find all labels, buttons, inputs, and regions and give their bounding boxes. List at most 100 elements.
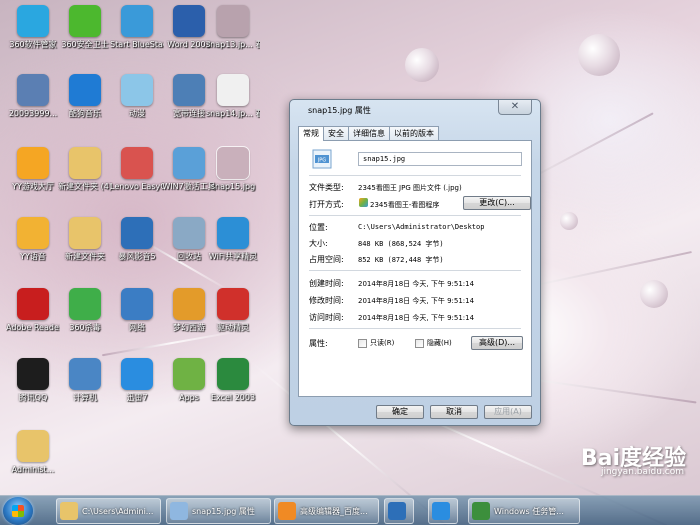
tab-bar: 常规 安全 详细信息 以前的版本 (298, 126, 439, 141)
desktop-icon[interactable]: 暴风影音5 (110, 217, 164, 262)
divider (309, 328, 521, 329)
desktop-icon-label: 新建文件夹 (4) (58, 182, 112, 191)
ok-button[interactable]: 确定 (376, 405, 424, 419)
adobe-reader-icon (17, 288, 49, 320)
yy-voice-icon (17, 217, 49, 249)
desktop-icon-label: Lenovo EasyCapt... (110, 182, 164, 191)
360-antivirus-icon (69, 288, 101, 320)
tab-security[interactable]: 安全 (323, 126, 349, 140)
viewer-app-icon (359, 198, 368, 207)
desktop-icon[interactable]: Adobe Reader XI (6, 288, 60, 333)
desktop-icon-label: 360安全卫士 (61, 40, 109, 49)
watermark-url: jingyan.baidu.com (600, 467, 684, 477)
readonly-label: 只读(R) (370, 339, 395, 347)
desktop-icon[interactable]: snap13.jp... 看图王.jpg (206, 5, 260, 50)
taskbar-item[interactable] (428, 498, 458, 524)
windows-logo-icon (12, 505, 24, 517)
broadband-icon (173, 74, 205, 106)
desktop-icon[interactable]: 新建文件夹 (4) (58, 147, 112, 192)
task-manager-icon (472, 502, 490, 520)
desktop-icon[interactable]: 驱动精灵 (206, 288, 260, 333)
start-button[interactable] (3, 497, 33, 525)
modified-value: 2014年8月18日 今天, 下午 9:51:14 (358, 297, 475, 305)
location-label: 位置: (309, 223, 328, 232)
desktop-icon-label: snap13.jp... 看图王.jpg (206, 40, 260, 49)
network-icon (121, 288, 153, 320)
desktop-icon[interactable]: 腾讯QQ (6, 358, 60, 403)
taskbar-item[interactable] (384, 498, 414, 524)
desktop-icon[interactable]: 迅雷7 (110, 358, 164, 403)
desktop-icon[interactable]: snap14.jp... 看图王.jpg (206, 74, 260, 119)
dialog-title: snap15.jpg 属性 (308, 106, 371, 115)
desktop-icon[interactable]: Administ... (6, 430, 60, 475)
close-button[interactable]: ✕ (498, 100, 532, 115)
desktop-icon[interactable]: 新建文件夹 (58, 217, 112, 262)
camera-icon (121, 147, 153, 179)
advanced-button[interactable]: 高级(D)... (471, 336, 523, 350)
desktop-icon-label: 暴风影音5 (118, 252, 156, 261)
desktop-icon-label: Adobe Reader XI (6, 323, 60, 332)
desktop-icon[interactable]: Excel 2003 (206, 358, 260, 403)
tab-previous-versions[interactable]: 以前的版本 (389, 126, 439, 140)
wifi-icon (217, 217, 249, 249)
filename-field[interactable]: snap15.jpg (358, 152, 522, 166)
desktop-icon[interactable]: 360杀毒 (58, 288, 112, 333)
desktop-icon-label: 20093999... (8, 109, 58, 118)
tab-general[interactable]: 常规 (298, 126, 324, 141)
taskbar-item-label: Windows 任务管... (494, 506, 564, 516)
desktop-icon[interactable]: YY游戏大厅 (6, 147, 60, 192)
desktop-icon-label: Administ... (11, 465, 55, 474)
close-icon: ✕ (510, 101, 520, 112)
tab-details[interactable]: 详细信息 (348, 126, 390, 140)
desktop-icon[interactable]: YY语音 (6, 217, 60, 262)
thunder-icon (432, 502, 450, 520)
desktop-icon[interactable]: 360安全卫士 (58, 5, 112, 50)
desktop-icon[interactable]: 计算机 (58, 358, 112, 403)
svg-text:JPG: JPG (317, 158, 326, 164)
desktop-icon-label: 动漫 (129, 109, 145, 118)
checkbox-box[interactable] (415, 338, 424, 348)
divider (309, 175, 521, 176)
desktop-icon-label: snap14.jp... 看图王.jpg (206, 109, 260, 118)
desktop-icon[interactable]: 酷狗音乐 (58, 74, 112, 119)
desktop-icon[interactable]: snap15.jpg (206, 146, 260, 192)
hidden-checkbox[interactable]: 隐藏(H) (415, 338, 452, 348)
desktop-icon[interactable]: 360软件管家 (6, 5, 60, 50)
keyboard-icon (17, 74, 49, 106)
image-file-icon (217, 74, 249, 106)
cartoon-icon (121, 74, 153, 106)
desktop-icon[interactable]: 动漫 (110, 74, 164, 119)
desktop-icon[interactable]: WiFi共享精灵 (206, 217, 260, 262)
desktop-icon-label: 360软件管家 (9, 40, 57, 49)
dialog-titlebar[interactable]: snap15.jpg 属性 ✕ (290, 100, 540, 120)
desktop-icon[interactable]: 20093999... (6, 74, 60, 119)
taskbar-item[interactable]: 高级编辑器_百度... (274, 498, 379, 524)
checkbox-box[interactable] (358, 338, 367, 348)
driver-icon (217, 288, 249, 320)
desktop-icon-label: WiFi共享精灵 (208, 252, 258, 261)
change-button[interactable]: 更改(C)... (463, 196, 531, 210)
image-file-icon (216, 146, 250, 180)
taskbar-item[interactable]: snap15.jpg 属性 (166, 498, 271, 524)
desktop-icon[interactable]: Start BlueStacks (110, 5, 164, 50)
thunder-icon (121, 358, 153, 390)
taskbar-item[interactable]: Windows 任务管... (468, 498, 580, 524)
computer-icon (69, 358, 101, 390)
open-with-label: 打开方式: (309, 200, 344, 209)
divider (309, 270, 521, 271)
taskbar-item[interactable]: C:\Users\Admini... (56, 498, 161, 524)
cancel-button[interactable]: 取消 (430, 405, 478, 419)
desktop-icon[interactable]: 网络 (110, 288, 164, 333)
desktop-icon-label: YY游戏大厅 (12, 182, 54, 191)
file-type-value: 2345看图王 JPG 图片文件 (.jpg) (358, 184, 462, 192)
taskbar: C:\Users\Admini... snap15.jpg 属性 高级编辑器_百度.… (0, 495, 700, 525)
created-value: 2014年8月18日 今天, 下午 9:51:14 (358, 280, 475, 288)
accessed-label: 访问时间: (309, 313, 344, 322)
desktop-icon[interactable]: Lenovo EasyCapt... (110, 147, 164, 192)
apply-button[interactable]: 应用(A) (484, 405, 532, 419)
disk-size-label: 占用空间: (309, 255, 344, 264)
readonly-checkbox[interactable]: 只读(R) (358, 338, 394, 348)
desktop-icon-label: 驱动精灵 (217, 323, 249, 332)
bluestacks-icon (121, 5, 153, 37)
desktop-icon-label: 计算机 (73, 393, 97, 402)
